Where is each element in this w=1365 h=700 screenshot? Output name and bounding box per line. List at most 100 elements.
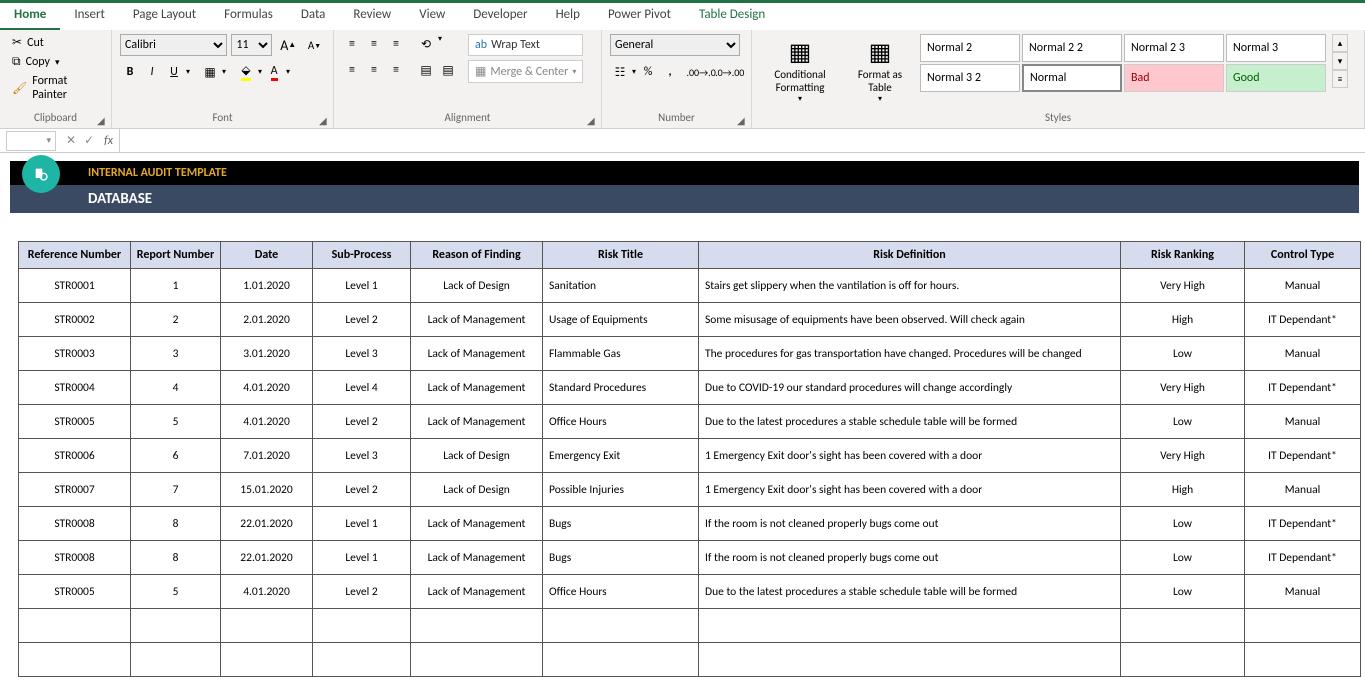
align-middle-button[interactable]: ≡ <box>364 34 384 54</box>
underline-button[interactable]: U <box>164 62 184 82</box>
table-row[interactable]: STR000222.01.2020Level 2Lack of Manageme… <box>19 303 1361 337</box>
table-header-row: Reference Number Report Number Date Sub-… <box>19 242 1361 269</box>
align-left-button[interactable]: ≡ <box>342 60 362 80</box>
template-logo-icon <box>22 155 60 193</box>
tab-table-design[interactable]: Table Design <box>685 3 779 30</box>
col-header[interactable]: Reason of Finding <box>411 242 543 269</box>
style-good[interactable]: Good <box>1226 64 1326 92</box>
increase-font-button[interactable]: A▲ <box>276 35 300 55</box>
tab-power-pivot[interactable]: Power Pivot <box>594 3 685 30</box>
format-as-table-icon: ▦ <box>864 36 896 68</box>
number-launcher[interactable]: ◢ <box>737 114 749 126</box>
styles-scroll-down[interactable]: ▾ <box>1332 52 1348 70</box>
name-box[interactable]: ▾ <box>6 131 56 151</box>
wrap-icon: ab <box>475 38 487 52</box>
increase-indent-button[interactable]: ▤ <box>438 60 458 80</box>
style-bad[interactable]: Bad <box>1124 64 1224 92</box>
orientation-button[interactable]: ⟲ <box>416 34 436 54</box>
format-painter-button[interactable]: 🖌Format Painter <box>8 73 103 103</box>
align-bottom-button[interactable]: ≡ <box>386 34 406 54</box>
copy-icon: ⧉ <box>12 55 21 69</box>
group-label-font: Font <box>120 111 325 126</box>
table-row[interactable] <box>19 643 1361 677</box>
tab-page-layout[interactable]: Page Layout <box>119 3 210 30</box>
borders-button[interactable]: ▦ <box>200 62 220 82</box>
font-launcher[interactable]: ◢ <box>319 114 331 126</box>
fill-color-button[interactable]: ⬙ <box>236 62 256 82</box>
audit-table[interactable]: Reference Number Report Number Date Sub-… <box>18 241 1361 677</box>
conditional-formatting-button[interactable]: ▦ Conditional Formatting▾ <box>760 34 840 106</box>
style-normal-2[interactable]: Normal 2 <box>920 34 1020 62</box>
cancel-formula-button[interactable]: ✕ <box>66 133 76 148</box>
bold-button[interactable]: B <box>120 62 140 82</box>
enter-formula-button[interactable]: ✓ <box>84 133 94 148</box>
copy-button[interactable]: ⧉Copy▾ <box>8 54 103 70</box>
group-label-clipboard: Clipboard <box>8 111 103 126</box>
merge-icon: ▦ <box>475 64 486 79</box>
style-normal-3-2[interactable]: Normal 3 2 <box>920 64 1020 92</box>
col-header[interactable]: Risk Title <box>543 242 699 269</box>
font-name-select[interactable]: Calibri <box>120 34 227 56</box>
table-row[interactable]: STR000554.01.2020Level 2Lack of Manageme… <box>19 405 1361 439</box>
table-row[interactable]: STR000111.01.2020Level 1Lack of DesignSa… <box>19 269 1361 303</box>
increase-decimal-button[interactable]: .00→.0 <box>688 62 715 82</box>
table-row[interactable] <box>19 609 1361 643</box>
align-center-button[interactable]: ≡ <box>364 60 384 80</box>
tab-formulas[interactable]: Formulas <box>210 3 287 30</box>
align-top-button[interactable]: ≡ <box>342 34 362 54</box>
style-normal-3[interactable]: Normal 3 <box>1226 34 1326 62</box>
formula-input[interactable] <box>119 129 1365 152</box>
col-header[interactable]: Control Type <box>1245 242 1361 269</box>
style-normal-2-2[interactable]: Normal 2 2 <box>1022 34 1122 62</box>
table-row[interactable]: STR0008822.01.2020Level 1Lack of Managem… <box>19 507 1361 541</box>
tab-home[interactable]: Home <box>0 3 60 30</box>
styles-scroll-up[interactable]: ▴ <box>1332 34 1348 52</box>
col-header[interactable]: Report Number <box>131 242 221 269</box>
col-header[interactable]: Date <box>221 242 313 269</box>
cell-styles-gallery[interactable]: Normal 2 Normal 2 2 Normal 2 3 Normal 3 … <box>920 34 1326 92</box>
col-header[interactable]: Risk Definition <box>699 242 1121 269</box>
number-format-select[interactable]: General <box>610 34 740 56</box>
table-row[interactable]: STR0008822.01.2020Level 1Lack of Managem… <box>19 541 1361 575</box>
decrease-decimal-button[interactable]: .0→.00 <box>716 62 743 82</box>
format-as-table-button[interactable]: ▦ Format as Table▾ <box>846 34 914 106</box>
group-label-alignment: Alignment <box>342 111 593 126</box>
table-row[interactable]: STR000444.01.2020Level 4Lack of Manageme… <box>19 371 1361 405</box>
comma-button[interactable]: , <box>660 62 680 82</box>
styles-more[interactable]: ≡ <box>1332 70 1348 88</box>
align-right-button[interactable]: ≡ <box>386 60 406 80</box>
table-row[interactable]: STR000333.01.2020Level 3Lack of Manageme… <box>19 337 1361 371</box>
scissors-icon: ✂ <box>12 35 22 50</box>
percent-button[interactable]: % <box>638 62 658 82</box>
cut-button[interactable]: ✂Cut <box>8 34 103 51</box>
tab-view[interactable]: View <box>405 3 459 30</box>
col-header[interactable]: Risk Ranking <box>1121 242 1245 269</box>
fx-icon: fx <box>104 134 119 148</box>
style-normal-2-3[interactable]: Normal 2 3 <box>1124 34 1224 62</box>
tab-data[interactable]: Data <box>287 3 340 30</box>
col-header[interactable]: Reference Number <box>19 242 131 269</box>
tab-developer[interactable]: Developer <box>459 3 541 30</box>
font-color-button[interactable]: A <box>264 62 284 82</box>
clipboard-launcher[interactable]: ◢ <box>97 114 109 126</box>
italic-button[interactable]: I <box>142 62 162 82</box>
tab-insert[interactable]: Insert <box>60 3 119 30</box>
tab-review[interactable]: Review <box>339 3 405 30</box>
decrease-font-button[interactable]: A▼ <box>304 35 325 55</box>
alignment-launcher[interactable]: ◢ <box>587 114 599 126</box>
table-row[interactable]: STR0007715.01.2020Level 2Lack of DesignP… <box>19 473 1361 507</box>
font-size-select[interactable]: 11 <box>231 34 272 56</box>
template-subtitle: DATABASE <box>88 190 152 208</box>
table-row[interactable]: STR000554.01.2020Level 2Lack of Manageme… <box>19 575 1361 609</box>
decrease-indent-button[interactable]: ▤ <box>416 60 436 80</box>
currency-button[interactable]: ☷ <box>610 62 630 82</box>
ribbon-tabs: Home Insert Page Layout Formulas Data Re… <box>0 0 1365 30</box>
table-row[interactable]: STR000667.01.2020Level 3Lack of DesignEm… <box>19 439 1361 473</box>
conditional-formatting-icon: ▦ <box>784 36 816 68</box>
group-label-number: Number <box>610 111 743 126</box>
wrap-text-button[interactable]: abWrap Text <box>468 34 583 56</box>
tab-help[interactable]: Help <box>542 3 594 30</box>
merge-center-button[interactable]: ▦Merge & Center▾ <box>468 60 583 83</box>
style-normal[interactable]: Normal <box>1022 64 1122 92</box>
col-header[interactable]: Sub-Process <box>313 242 411 269</box>
